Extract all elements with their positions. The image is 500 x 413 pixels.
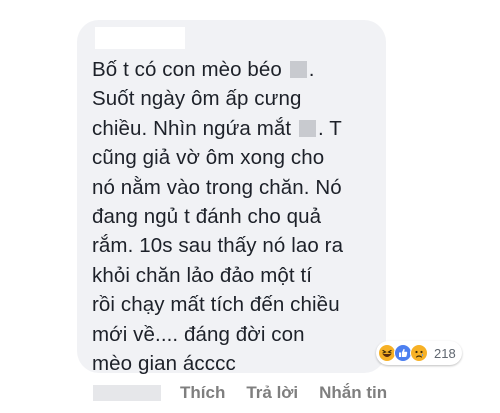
message-button[interactable]: Nhắn tin — [319, 383, 387, 403]
reactions-summary[interactable]: 218 — [376, 341, 462, 365]
comment-line: mới về.... đáng đời con — [92, 320, 392, 349]
reply-button[interactable]: Trả lời — [246, 383, 298, 403]
comment-line: chiều. Nhìn ngứa mắt . T — [92, 114, 392, 143]
comment-line-text: Suốt ngày ôm ấp cưng — [92, 87, 302, 111]
author-name-redacted — [95, 27, 185, 49]
comment-line: đang ngủ t đánh cho quả — [92, 202, 392, 231]
comment-line: Suốt ngày ôm ấp cưng — [92, 84, 392, 113]
comment-text: Bố t có con mèo béo . Suốt ngày ôm ấp cư… — [92, 55, 392, 378]
comment-line: mèo gian ácccc — [92, 349, 392, 378]
comment-line-text: cũng giả vờ ôm xong cho — [92, 146, 325, 170]
comment-line-text: . T — [318, 116, 342, 140]
reaction-count: 218 — [434, 345, 456, 361]
comment-line-text: mới về.... đáng đời con — [92, 322, 305, 346]
comment-line: nó nằm vào trong chăn. Nó — [92, 173, 392, 202]
comment-stage: Bố t có con mèo béo . Suốt ngày ôm ấp cư… — [0, 0, 500, 413]
comment-line-text: nó nằm vào trong chăn. Nó — [92, 175, 342, 199]
comment-line-text: Bố t có con mèo béo — [92, 58, 288, 81]
like-button[interactable]: Thích — [180, 383, 225, 403]
comment-line-text: khỏi chăn lảo đảo một tí — [92, 263, 313, 287]
comment-line-text: rồi chạy mất tích đến chiều — [92, 293, 340, 317]
comment-actions: Thích Trả lời Nhắn tin — [77, 380, 500, 406]
comment-line-text: . — [308, 58, 315, 81]
comment-line-text: mèo gian ácccc — [92, 352, 236, 376]
redacted-emoji — [299, 119, 316, 137]
comment-line: rồi chạy mất tích đến chiều — [92, 290, 392, 319]
comment-line-text: chiều. Nhìn ngứa mắt — [92, 116, 297, 140]
comment-line-text: đang ngủ t đánh cho quả — [92, 205, 322, 229]
comment-line-text: rắm. 10s sau thấy nó lao ra — [92, 234, 344, 258]
comment-line: khỏi chăn lảo đảo một tí — [92, 261, 392, 290]
commenter-name-redacted — [93, 385, 161, 401]
comment-line: cũng giả vờ ôm xong cho — [92, 143, 392, 172]
comment-line: Bố t có con mèo béo . — [92, 55, 392, 84]
sad-icon — [410, 344, 428, 362]
comment-line: rắm. 10s sau thấy nó lao ra — [92, 231, 392, 260]
redacted-emoji — [289, 61, 307, 78]
